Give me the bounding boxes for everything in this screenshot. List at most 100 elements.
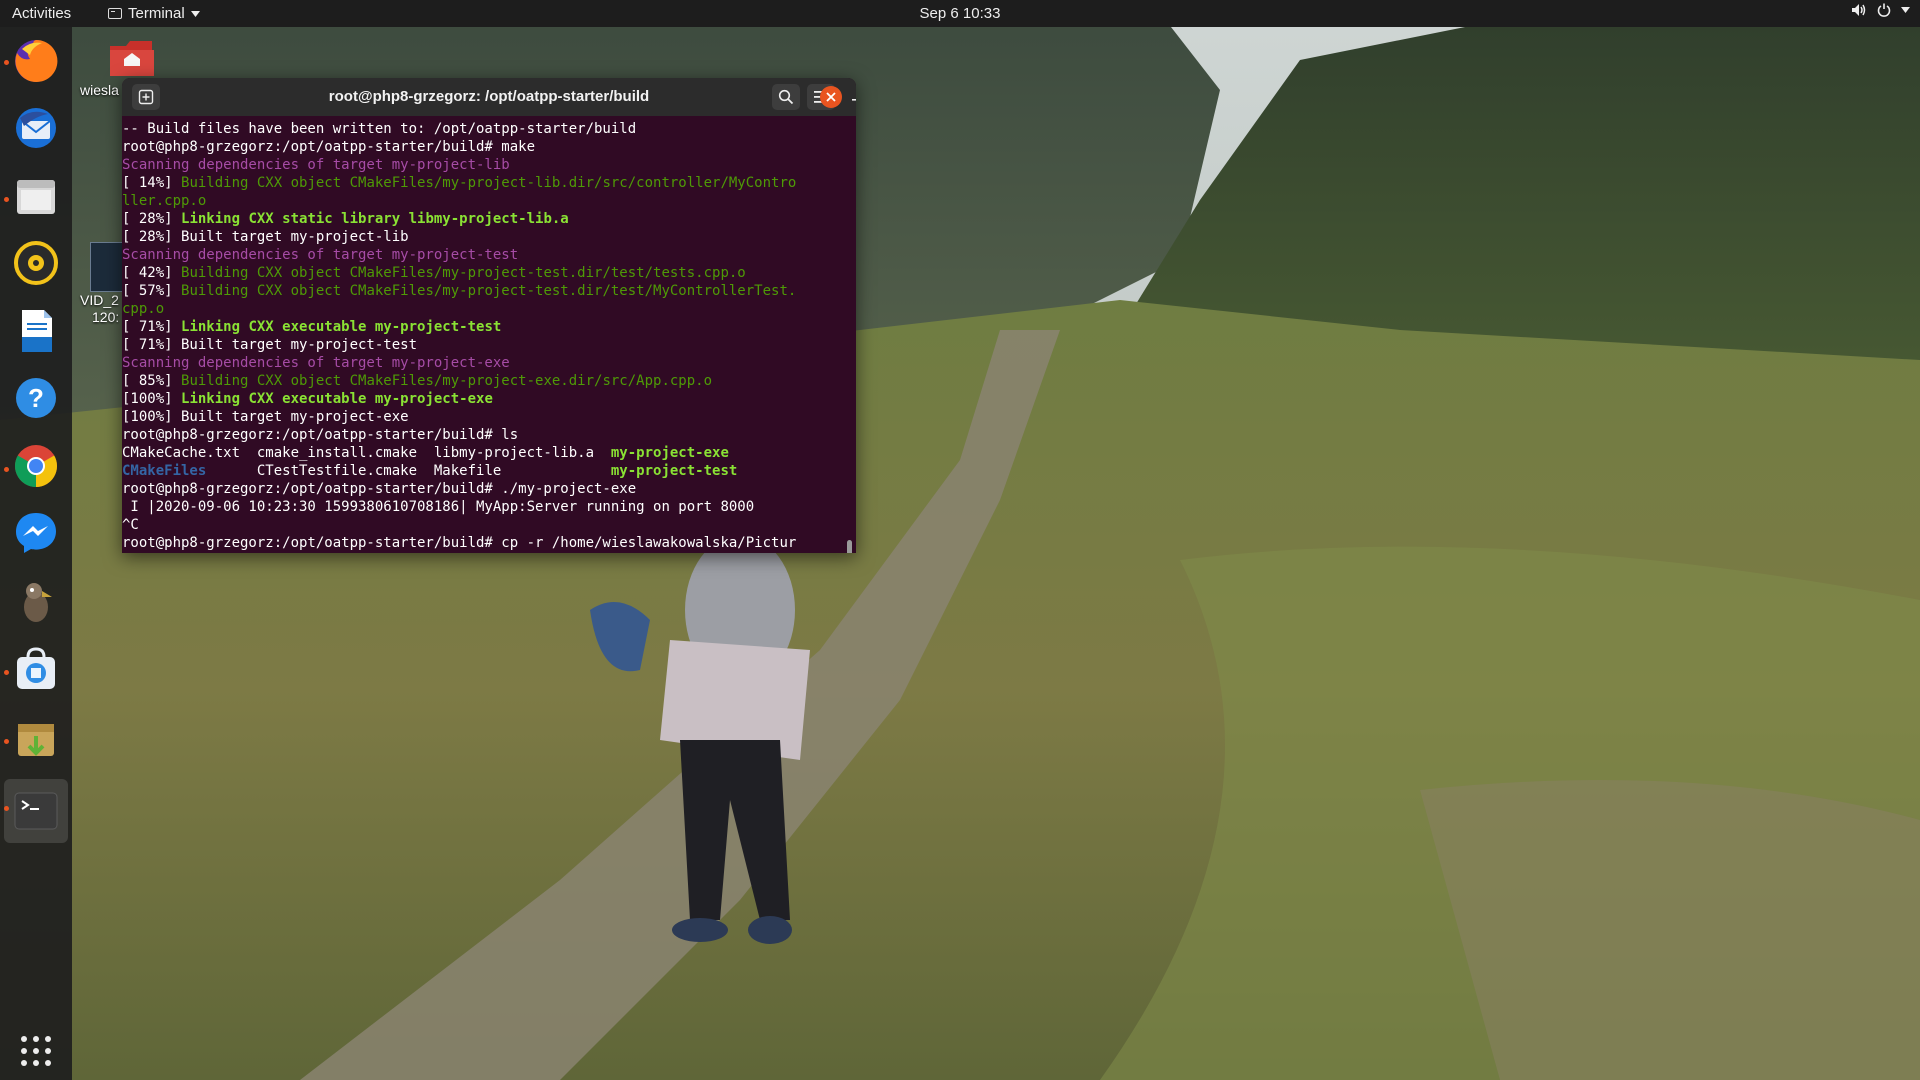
thunderbird-icon xyxy=(16,108,56,148)
terminal-text-segment: Building CXX object CMakeFiles/my-projec… xyxy=(181,283,797,299)
terminal-text-segment: [100%] xyxy=(122,391,182,407)
terminal-line: [ 42%] Building CXX object CMakeFiles/my… xyxy=(122,264,856,282)
terminal-line: cpp.o xyxy=(122,300,856,318)
app-menu-terminal[interactable]: Terminal xyxy=(108,5,200,22)
terminal-text-segment: [100%] Built target my-project-exe xyxy=(122,409,409,425)
dock-help[interactable]: ? xyxy=(12,374,60,422)
terminal-line: CMakeCache.txt cmake_install.cmake libmy… xyxy=(122,444,856,462)
dock-show-applications[interactable] xyxy=(12,1027,60,1075)
terminal-small-icon xyxy=(108,8,122,19)
terminal-text-segment: [ 71%] xyxy=(122,319,182,335)
terminal-text-segment: root@php8-grzegorz:/opt/oatpp-starter/bu… xyxy=(122,481,637,497)
libreoffice-writer-icon xyxy=(22,310,52,352)
gimp-icon xyxy=(24,583,52,622)
desktop-icon-home-label: wiesla xyxy=(80,82,119,98)
terminal-text-segment: my-project-exe xyxy=(610,445,729,461)
new-tab-icon xyxy=(138,89,154,105)
terminal-header-bar[interactable]: root@php8-grzegorz: /opt/oatpp-starter/b… xyxy=(122,78,856,116)
top-bar: Activities Terminal Sep 6 10:33 xyxy=(0,0,1920,27)
dock-gimp[interactable] xyxy=(12,577,60,625)
dock-files[interactable] xyxy=(12,172,60,220)
terminal-text-segment: [ 28%] xyxy=(122,211,182,227)
terminal-text-segment: Building CXX object CMakeFiles/my-projec… xyxy=(181,265,746,281)
terminal-line: [ 28%] Linking CXX static library libmy-… xyxy=(122,210,856,228)
terminal-line: [100%] Built target my-project-exe xyxy=(122,408,856,426)
terminal-text-segment: I |2020-09-06 10:23:30 1599380610708186|… xyxy=(122,499,755,515)
terminal-text-segment: Linking CXX executable my-project-test xyxy=(181,319,502,335)
dock-software[interactable] xyxy=(12,645,60,693)
system-tray[interactable] xyxy=(1851,3,1910,17)
terminal-icon xyxy=(14,792,58,830)
terminal-output[interactable]: -- Build files have been written to: /op… xyxy=(122,116,856,553)
terminal-line: [ 85%] Building CXX object CMakeFiles/my… xyxy=(122,372,856,390)
power-icon[interactable] xyxy=(1877,3,1891,17)
activities-button[interactable]: Activities xyxy=(12,5,71,22)
terminal-text-segment: root@php8-grzegorz:/opt/oatpp-starter/bu… xyxy=(122,535,797,551)
files-icon xyxy=(17,180,55,214)
terminal-text-segment: Building CXX object CMakeFiles/my-projec… xyxy=(181,175,797,191)
desktop-icon-video-label: VID_2 xyxy=(80,292,119,308)
close-button[interactable] xyxy=(820,86,842,108)
software-icon xyxy=(17,647,55,689)
terminal-text-segment: [ 14%] xyxy=(122,175,182,191)
minimize-button[interactable] xyxy=(842,84,856,110)
system-menu-caret-icon[interactable] xyxy=(1901,7,1910,13)
search-button[interactable] xyxy=(772,84,800,110)
terminal-line: I |2020-09-06 10:23:30 1599380610708186|… xyxy=(122,498,856,516)
search-icon xyxy=(778,89,794,105)
clock[interactable]: Sep 6 10:33 xyxy=(920,5,1001,22)
new-tab-button[interactable] xyxy=(132,84,160,110)
running-indicator xyxy=(4,670,9,675)
show-applications-icon xyxy=(21,1036,51,1066)
help-icon: ? xyxy=(16,378,56,418)
dock-terminal[interactable] xyxy=(12,787,60,835)
dock-thunderbird[interactable] xyxy=(12,104,60,152)
dock-rhythmbox[interactable] xyxy=(12,239,60,287)
archive-manager-icon xyxy=(18,724,54,756)
caret-down-icon xyxy=(190,10,200,17)
terminal-text-segment: my-project-test xyxy=(610,463,738,479)
chrome-icon xyxy=(14,445,58,487)
desktop-icon-home[interactable] xyxy=(108,38,156,78)
terminal-line: Scanning dependencies of target my-proje… xyxy=(122,156,856,174)
terminal-line: [ 71%] Linking CXX executable my-project… xyxy=(122,318,856,336)
firefox-icon xyxy=(15,39,58,82)
terminal-scrollbar[interactable] xyxy=(847,540,852,553)
terminal-line: -- Build files have been written to: /op… xyxy=(122,120,856,138)
volume-icon[interactable] xyxy=(1851,3,1867,17)
terminal-line: root@php8-grzegorz:/opt/oatpp-starter/bu… xyxy=(122,534,856,552)
desktop-icon-video-label-2: 120: xyxy=(92,309,120,325)
running-indicator xyxy=(4,739,9,744)
home-folder-icon xyxy=(110,41,154,76)
running-indicator xyxy=(4,197,9,202)
running-indicator xyxy=(4,806,9,811)
minimize-icon xyxy=(852,99,856,101)
desktop-icon-video[interactable] xyxy=(90,242,126,292)
terminal-text-segment: [ 57%] xyxy=(122,283,182,299)
terminal-line: [100%] Linking CXX executable my-project… xyxy=(122,390,856,408)
dock: ? xyxy=(0,27,72,1080)
terminal-title: root@php8-grzegorz: /opt/oatpp-starter/b… xyxy=(328,88,650,105)
terminal-text-segment: Linking CXX static library libmy-project… xyxy=(181,211,569,227)
terminal-line: CMakeFiles CTestTestfile.cmake Makefile … xyxy=(122,462,856,480)
dock-messenger[interactable] xyxy=(12,509,60,557)
running-indicator xyxy=(4,60,9,65)
terminal-line: root@php8-grzegorz:/opt/oatpp-starter/bu… xyxy=(122,426,856,444)
terminal-window[interactable]: root@php8-grzegorz: /opt/oatpp-starter/b… xyxy=(122,78,856,553)
dock-archive-manager[interactable] xyxy=(12,714,60,762)
dock-chrome[interactable] xyxy=(12,442,60,490)
terminal-text-segment: [ 42%] xyxy=(122,265,182,281)
running-indicator xyxy=(4,467,9,472)
dock-writer[interactable] xyxy=(12,307,60,355)
terminal-text-segment: Building CXX object CMakeFiles/my-projec… xyxy=(181,373,713,389)
terminal-line: root@php8-grzegorz:/opt/oatpp-starter/bu… xyxy=(122,138,856,156)
terminal-text-segment: Scanning dependencies of target my-proje… xyxy=(122,355,510,371)
dock-firefox[interactable] xyxy=(12,37,60,85)
terminal-text-segment: CMakeFiles xyxy=(122,463,207,479)
terminal-text-segment: [ 71%] Built target my-project-test xyxy=(122,337,418,353)
terminal-text-segment: ller.cpp.o xyxy=(122,193,207,209)
terminal-line: [ 57%] Building CXX object CMakeFiles/my… xyxy=(122,282,856,300)
terminal-line: [ 14%] Building CXX object CMakeFiles/my… xyxy=(122,174,856,192)
terminal-line: Scanning dependencies of target my-proje… xyxy=(122,246,856,264)
terminal-text-segment: Scanning dependencies of target my-proje… xyxy=(122,157,510,173)
